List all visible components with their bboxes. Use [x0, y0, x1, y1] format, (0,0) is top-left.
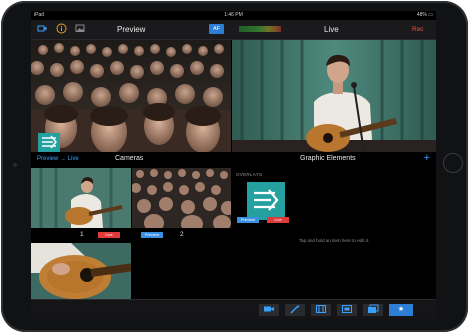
photo-library-icon[interactable] — [363, 304, 383, 316]
preview-to-live-link[interactable]: Preview → Live — [37, 152, 79, 166]
star-icon[interactable]: ★ — [389, 304, 413, 316]
camera-icon[interactable] — [36, 23, 48, 35]
app-screen: iPad 1:46 PM 48% ▭ Preview AF Live Rec P… — [31, 11, 436, 319]
graphics-header: Graphic Elements + — [232, 152, 436, 166]
overlay-item[interactable] — [247, 182, 285, 220]
live-monitor[interactable] — [232, 40, 436, 152]
camera-1-number: 1 — [80, 231, 84, 238]
camera-tile-1[interactable] — [31, 168, 131, 228]
camera-1-live-tag: Live — [98, 232, 120, 238]
record-button[interactable]: Rec — [412, 20, 424, 39]
camera-2-image — [132, 168, 231, 228]
logo-icon — [254, 189, 279, 211]
clock: 1:46 PM — [224, 12, 243, 18]
overlays-label: OVERLAYS — [236, 172, 263, 177]
image-icon[interactable] — [337, 304, 357, 316]
battery-indicator: 48% ▭ — [416, 12, 433, 18]
performer-image — [232, 40, 436, 152]
camera-2-preview-tag: Preview — [141, 232, 163, 238]
graphic-elements-title: Graphic Elements — [300, 155, 356, 162]
video-camera-icon[interactable] — [259, 304, 279, 316]
edit-hint: Tap and hold an item here to edit it. — [298, 238, 370, 243]
camera-1-image — [31, 168, 131, 228]
camera-tile-2[interactable] — [132, 168, 231, 228]
info-icon[interactable] — [55, 23, 67, 35]
audience-image — [31, 40, 231, 152]
preview-monitor[interactable] — [31, 40, 231, 152]
audio-level-meter — [239, 26, 281, 32]
cameras-title: Cameras — [115, 155, 144, 162]
camera-2-number: 2 — [180, 231, 184, 238]
af-button[interactable]: AF — [209, 24, 224, 34]
overlay-preview-tag: Preview — [237, 217, 259, 223]
camera-tile-3[interactable] — [31, 243, 131, 299]
top-bar: Preview AF Live Rec — [31, 20, 436, 40]
preview-title: Preview — [117, 25, 146, 34]
film-icon[interactable] — [311, 304, 331, 316]
home-button[interactable] — [443, 153, 463, 173]
magic-wand-icon[interactable] — [285, 304, 305, 316]
add-icon[interactable]: + — [424, 152, 430, 166]
photo-icon[interactable] — [74, 23, 86, 35]
status-bar: iPad 1:46 PM 48% ▭ — [31, 11, 436, 20]
front-camera — [13, 163, 17, 167]
cameras-header: Preview → Live Cameras — [31, 152, 231, 166]
bottom-toolbar: ★ — [31, 299, 436, 319]
live-title: Live — [324, 25, 339, 34]
overlay-live-tag: Live — [267, 217, 289, 223]
ipad-frame: iPad 1:46 PM 48% ▭ Preview AF Live Rec P… — [1, 1, 468, 332]
camera-3-image — [31, 243, 131, 299]
